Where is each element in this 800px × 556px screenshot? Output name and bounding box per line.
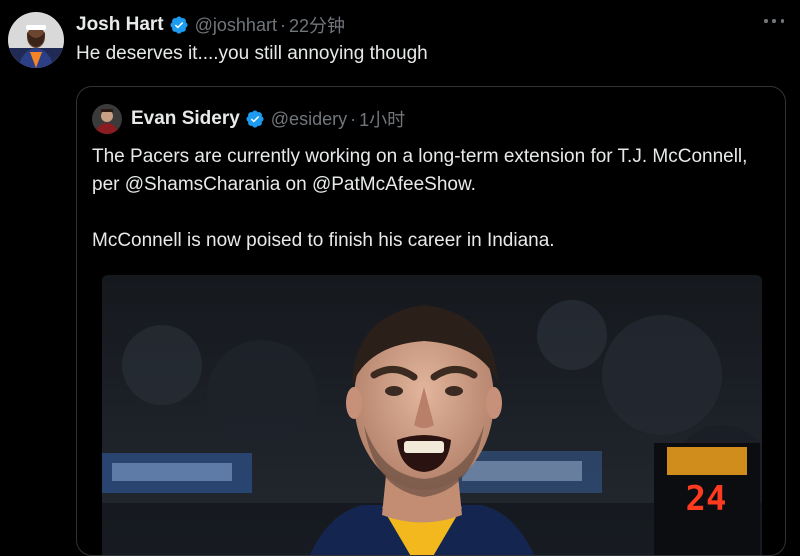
tweet-text: He deserves it....you still annoying tho… — [76, 43, 428, 64]
quote-header: Evan Sidery @esidery · 1小时 — [131, 106, 405, 132]
more-options-icon[interactable] — [764, 17, 784, 25]
quote-paragraph: The Pacers are currently working on a lo… — [92, 146, 748, 195]
separator-dot: · — [279, 14, 286, 35]
avatar-image — [8, 12, 64, 68]
quote-author-avatar[interactable] — [92, 104, 122, 134]
separator-dot: · — [350, 108, 357, 129]
author-name[interactable]: Josh Hart — [76, 14, 164, 36]
quote-avatar-image — [92, 104, 122, 134]
verified-badge-icon — [169, 15, 189, 35]
scoreboard-digits: 24 — [686, 479, 727, 519]
quote-timestamp[interactable]: 1小时 — [359, 106, 405, 132]
tweet-timestamp[interactable]: 22分钟 — [289, 12, 345, 38]
quote-author-name[interactable]: Evan Sidery — [131, 108, 240, 130]
quote-text: The Pacers are currently working on a lo… — [92, 143, 772, 255]
author-avatar[interactable] — [8, 12, 64, 68]
quote-author-handle[interactable]: @esidery — [271, 109, 347, 130]
verified-badge-icon — [245, 109, 265, 129]
author-handle[interactable]: @joshhart — [195, 15, 277, 36]
quote-media-photo[interactable]: 24 — [102, 275, 762, 555]
quoted-tweet-card[interactable]: Evan Sidery @esidery · 1小时 The Pacers ar… — [76, 86, 786, 556]
tweet-header: Josh Hart @joshhart · 22分钟 — [76, 12, 345, 38]
tweet[interactable]: Josh Hart @joshhart · 22分钟 He deserves i… — [0, 0, 800, 556]
photo-player-celebrating: 24 — [102, 275, 762, 555]
quote-paragraph: McConnell is now poised to finish his ca… — [92, 230, 555, 251]
